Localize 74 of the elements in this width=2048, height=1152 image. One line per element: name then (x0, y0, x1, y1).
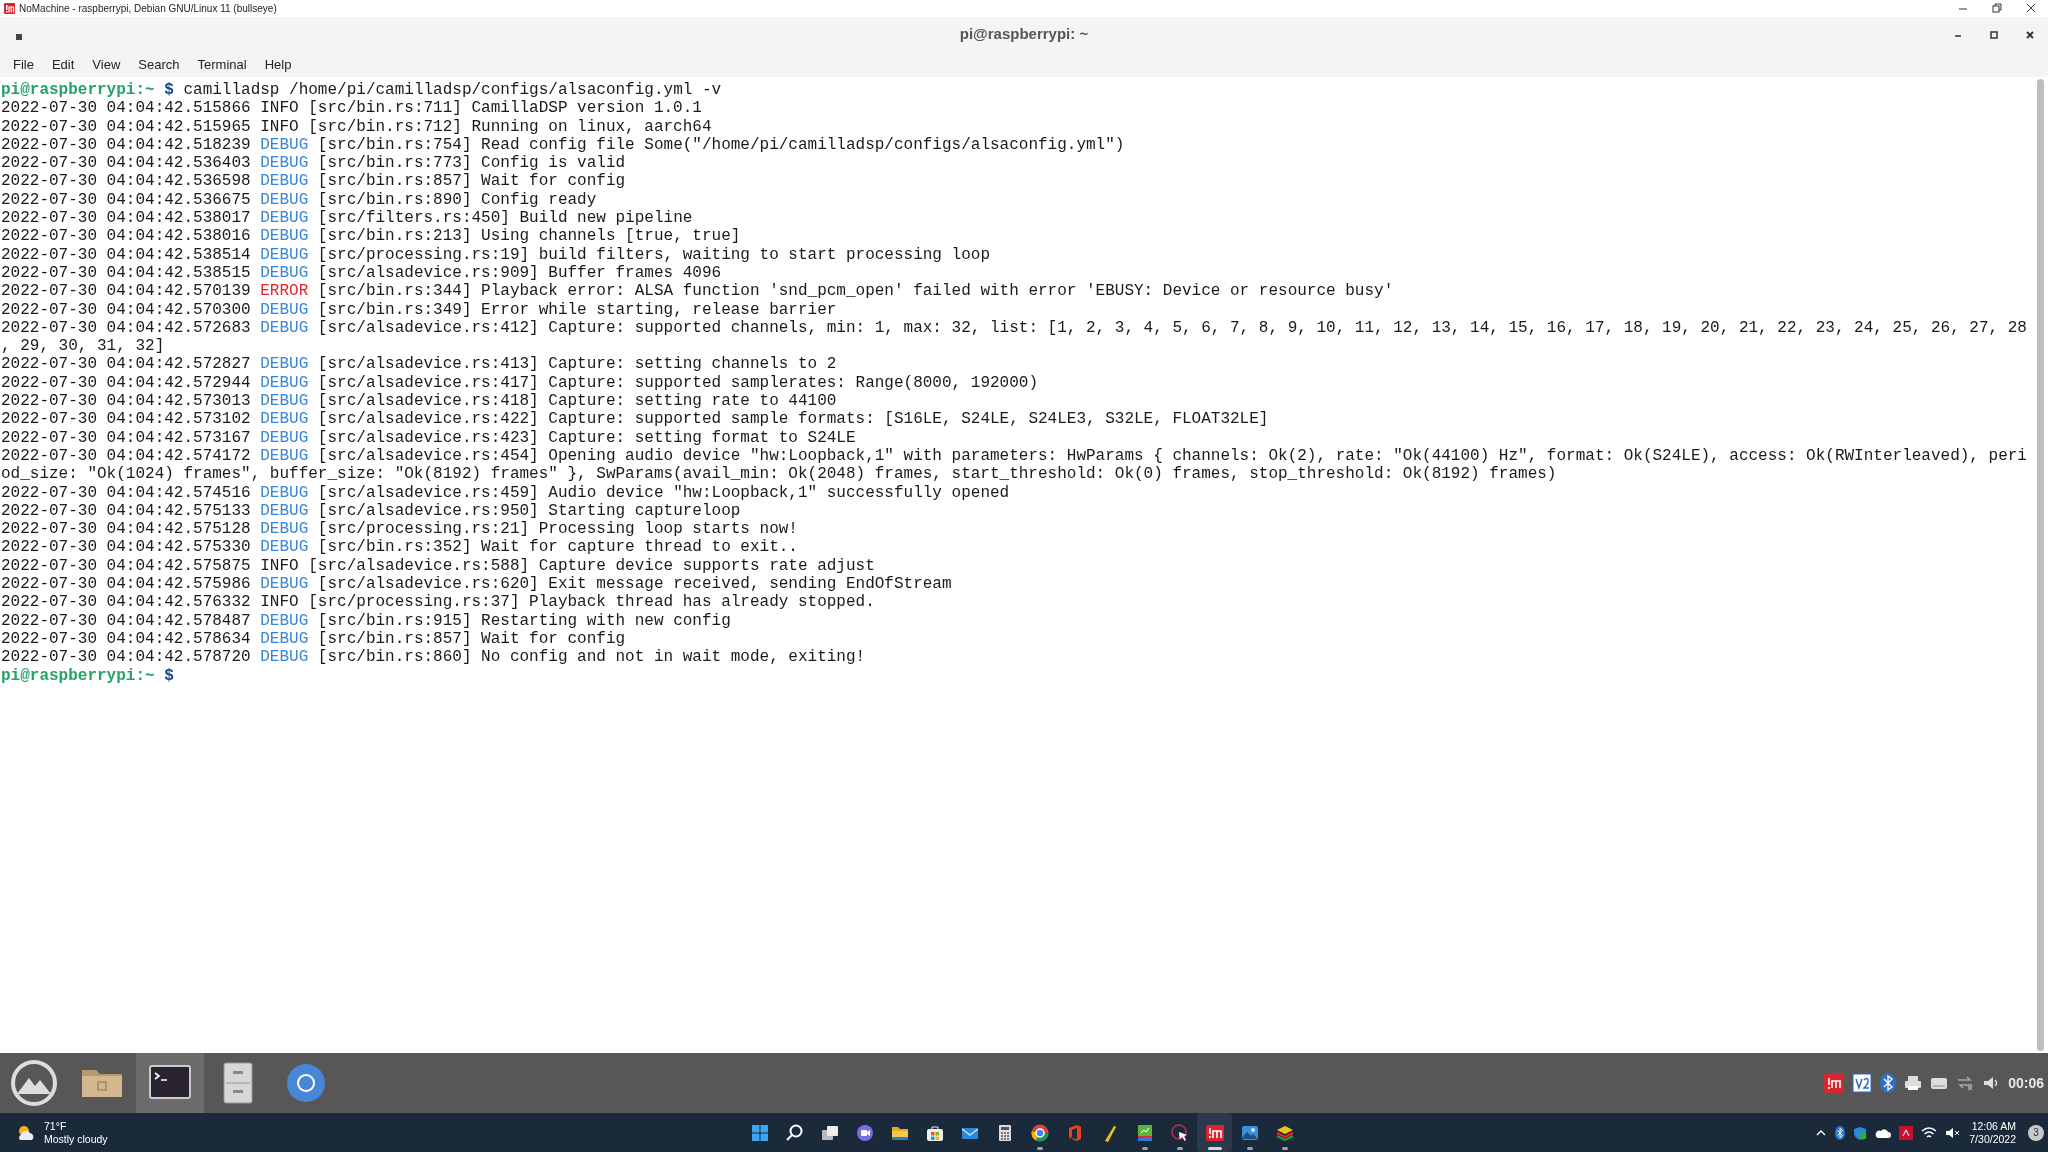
log-line: od_size: "Ok(1024) frames", buffer_size: "Ok(8192) frames" }, SwParams(avail_min: Ok(2048) frames, start_threshold: Ok(0) frames, stop_threshold: Ok(8192) frames) (0, 465, 1558, 484)
weather-temperature: 71°F (44, 1119, 68, 1133)
prompt-line: pi@raspberrypi:~ $ camilladsp /home/pi/camilladsp/configs/alsaconfig.yml -v (0, 81, 723, 100)
log-line: 2022-07-30 04:04:42.538514 DEBUG [src/processing.rs:19] build filters, waiting to start processing loop (0, 245, 991, 264)
log-line: 2022-07-30 04:04:42.574516 DEBUG [src/alsadevice.rs:459] Audio device "hw:Loopback,1" successfully opened (0, 483, 1011, 502)
graphics-driver-icon[interactable] (1899, 1125, 1914, 1140)
network-disconnected-icon[interactable] (1956, 1074, 1975, 1092)
log-line: 2022-07-30 04:04:42.518239 DEBUG [src/bin.rs:754] Read config file Some("/home/pi/camilladsp/configs/alsaconfig.yml") (0, 135, 1126, 155)
menu-item[interactable]: Terminal (188, 54, 256, 75)
log-line: 2022-07-30 04:04:42.573167 DEBUG [src/alsadevice.rs:423] Capture: setting format to S24LE (0, 428, 857, 447)
menu-item[interactable]: File (4, 54, 43, 75)
scrollbar[interactable] (2037, 79, 2044, 1051)
log-line: 2022-07-30 04:04:42.572944 DEBUG [src/alsadevice.rs:417] Capture: supported samplerates: Range(8000, 192000) (0, 373, 1039, 393)
menu-item[interactable]: Search (129, 54, 189, 75)
cursor-icon[interactable] (1169, 1122, 1190, 1143)
bluetooth-icon[interactable] (1835, 1125, 1846, 1140)
menu-mountain-icon[interactable] (9, 1058, 59, 1108)
log-line: 2022-07-30 04:04:42.573102 DEBUG [src/alsadevice.rs:422] Capture: supported sample formats: [S16LE, S24LE, S24LE3, S32LE, FLOAT32LE] (0, 410, 1270, 429)
start-icon[interactable] (749, 1122, 770, 1143)
log-line: 2022-07-30 04:04:42.538515 DEBUG [src/alsadevice.rs:909] Buffer frames 4096 (0, 263, 723, 283)
search-icon[interactable] (784, 1122, 805, 1143)
menu-item[interactable]: Edit (42, 54, 84, 75)
bluetooth-icon[interactable] (1880, 1073, 1897, 1093)
browser-icon[interactable] (1029, 1122, 1050, 1143)
log-line: 2022-07-30 04:04:42.538016 DEBUG [src/bin.rs:213] Using channels [true, true] (0, 227, 742, 246)
printer-icon[interactable] (1904, 1074, 1923, 1092)
window-title: pi@raspberrypi: ~ (959, 24, 1089, 45)
log-line: 2022-07-30 04:04:42.536675 DEBUG [src/bin.rs:890] Config ready (0, 190, 598, 210)
log-line: 2022-07-30 04:04:42.575875 INFO [src/alsadevice.rs:588] Capture device supports rate adjust (0, 556, 876, 575)
log-line: 2022-07-30 04:04:42.572683 DEBUG [src/alsadevice.rs:412] Capture: supported channels, min: 1, max: 32, list: [1, 2, 3, 4, 5, 6, 7, 8, 9, 10, 11, 12, 13, 14, 15, 16, 17, 18, 19, 20, 21, 22, 23, 24, 25, 26, 27, 28 (0, 318, 2028, 338)
app-logo-icon (4, 3, 15, 14)
log-line: 2022-07-30 04:04:42.515866 INFO [src/bin.rs:711] CamillaDSP version 1.0.1 (0, 99, 703, 118)
cloud-icon[interactable] (1875, 1126, 1892, 1139)
notification-count[interactable]: 3 (2028, 1124, 2044, 1141)
log-line: 2022-07-30 04:04:42.578720 DEBUG [src/bin.rs:860] No config and not in wait mode, exiting! (0, 648, 867, 667)
speaker-muted-icon[interactable] (1945, 1125, 1962, 1140)
remote-desktop-icon[interactable] (1824, 1073, 1845, 1093)
menu-item[interactable]: Help (255, 54, 301, 75)
running-indicator (1176, 1147, 1183, 1150)
log-line: 2022-07-30 04:04:42.578634 DEBUG [src/bin.rs:857] Wait for config (0, 629, 627, 649)
log-line: 2022-07-30 04:04:42.536598 DEBUG [src/bin.rs:857] Wait for config (0, 172, 627, 191)
wifi-icon[interactable] (1921, 1125, 1938, 1140)
log-line: 2022-07-30 04:04:42.575128 DEBUG [src/processing.rs:21] Processing loop starts now! (0, 520, 799, 539)
log-line: 2022-07-30 04:04:42.575133 DEBUG [src/alsadevice.rs:950] Starting captureloop (0, 501, 742, 521)
vnc-icon[interactable] (1852, 1073, 1873, 1093)
log-line: 2022-07-30 04:04:42.578487 DEBUG [src/bin.rs:915] Restarting with new config (0, 611, 732, 630)
log-line: 2022-07-30 04:04:42.572827 DEBUG [src/alsadevice.rs:413] Capture: setting channels to 2 (0, 355, 838, 374)
log-line: 2022-07-30 04:04:42.570139 ERROR [src/bin.rs:344] Playback error: ALSA function 'snd_pcm_open' failed with error 'EBUSY: Device or resource busy' (0, 282, 1395, 301)
remote-desktop-icon[interactable] (1204, 1122, 1225, 1143)
log-line: 2022-07-30 04:04:42.575986 DEBUG [src/alsadevice.rs:620] Exit message received, sending EndOfStream (0, 575, 953, 594)
log-line: 2022-07-30 04:04:42.538017 DEBUG [src/filters.rs:450] Build new pipeline (0, 209, 694, 228)
running-indicator (1141, 1147, 1148, 1150)
running-indicator (1246, 1147, 1253, 1150)
clock-time: 12:06 AM (1971, 1119, 2016, 1133)
log-line: 2022-07-30 04:04:42.575330 DEBUG [src/bin.rs:352] Wait for capture thread to exit.. (0, 538, 799, 557)
menu-item[interactable]: View (83, 54, 130, 75)
log-line: 2022-07-30 04:04:42.570300 DEBUG [src/bin.rs:349] Error while starting, release barrier (0, 300, 838, 319)
log-line: 2022-07-30 04:04:42.536403 DEBUG [src/bin.rs:773] Config is valid (0, 154, 627, 173)
panel-clock: 00:06 (2008, 1073, 2044, 1093)
log-line: 2022-07-30 04:04:42.515965 INFO [src/bin.rs:712] Running on linux, aarch64 (0, 117, 713, 136)
log-line: 2022-07-30 04:04:42.573013 DEBUG [src/alsadevice.rs:418] Capture: setting rate to 44100 (0, 392, 838, 411)
chat-icon[interactable] (854, 1122, 875, 1143)
window-menu-icon[interactable] (16, 33, 22, 40)
log-line: 2022-07-30 04:04:42.574172 DEBUG [src/alsadevice.rs:454] Opening audio device "hw:Loopback,1" with parameters: HwParams { channels: Ok(2), rate: "Ok(44100) Hz", format: Ok(S24LE), access: Ok(RWInterleaved), peri (0, 446, 2028, 466)
shield-icon[interactable] (1853, 1125, 1868, 1140)
running-indicator (1281, 1147, 1288, 1150)
prompt-line: pi@raspberrypi:~ $ (0, 666, 175, 685)
window-title: NoMachine - raspberrypi, Debian GNU/Linux 11 (bullseye) (19, 2, 277, 16)
clock-date: 7/30/2022 (1969, 1132, 2016, 1146)
log-line: 2022-07-30 04:04:42.576332 INFO [src/processing.rs:37] Playback thread has already stopped. (0, 593, 876, 612)
running-indicator (1036, 1147, 1043, 1150)
weather-condition: Mostly cloudy (44, 1132, 108, 1146)
log-line: , 29, 30, 31, 32] (0, 337, 166, 356)
running-indicator (1207, 1147, 1222, 1150)
